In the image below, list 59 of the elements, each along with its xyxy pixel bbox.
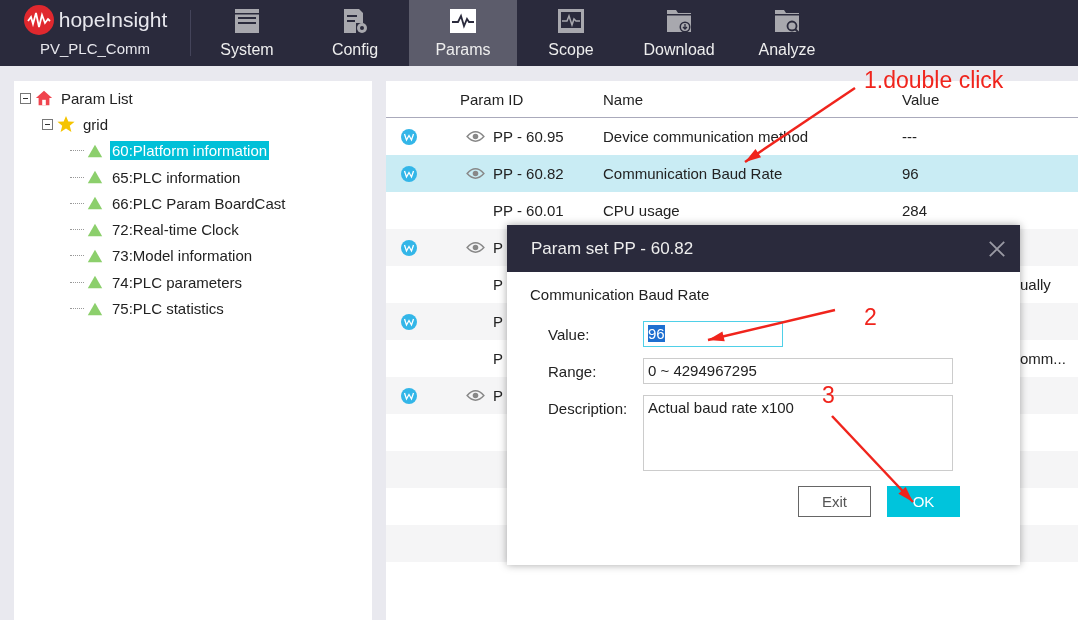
column-header: Name [603,90,644,108]
field-label: Range: [547,362,598,382]
project-name: PV_PLC_Comm [39,39,150,57]
tree-item[interactable]: 65:PLC information [110,167,243,187]
table-cell: P [493,239,503,256]
folder-download-icon [665,7,693,35]
tree-item[interactable]: 75:PLC statistics [110,299,226,318]
collapse-toggle[interactable] [20,92,31,104]
annotation-text: 1.double click [864,69,1004,92]
table-cell: PP - 60.95 [493,128,564,145]
table-cell: PP - 60.82 [493,165,564,182]
tree-item[interactable]: 66:PLC Param BoardCast [110,193,288,213]
table-row[interactable]: PP - 60.01 CPU usage 284 [386,192,1078,229]
eye-icon[interactable] [466,241,485,254]
collapse-toggle[interactable] [42,118,53,130]
nav-tab[interactable]: Download [625,0,733,66]
nav-tab[interactable]: Params [409,0,517,66]
tree-item[interactable]: 72:Real-time Clock [110,220,241,240]
tree-item[interactable]: 73:Model information [110,246,255,266]
table-cell: PP - 60.01 [493,202,564,219]
folder-search-icon [773,7,801,35]
tree-group-label[interactable]: grid [81,114,110,134]
app-name: hopeInsight [58,7,168,32]
document-gear-icon [341,7,369,35]
column-header: Param ID [460,90,525,108]
input-field[interactable]: 0 ~ 4294967295 [643,358,953,384]
exit-button[interactable]: Exit [798,486,871,517]
scope-icon [557,7,585,35]
tree-item[interactable]: 74:PLC parameters [110,272,245,292]
home-icon [35,89,53,108]
parameter-name: Communication Baud Rate [530,286,711,303]
annotation-text: 2 [864,306,877,329]
table-row[interactable]: PP - 60.82 Communication Baud Rate 96 [386,155,1078,192]
table-cell: P [493,387,503,404]
table-cell: P [493,350,503,367]
field-label: Value: [547,325,591,345]
column-header: Value [902,90,940,108]
nav-tab[interactable]: Config [301,0,409,66]
nav-tab[interactable]: Scope [517,0,625,66]
nav-tab[interactable]: Analyze [733,0,841,66]
pulse-icon [449,7,477,35]
table-cell: omm... [1020,350,1066,367]
table-cell: 96 [902,165,919,182]
table-cell: Communication Baud Rate [603,165,783,182]
close-icon[interactable] [988,239,1006,258]
field-label: Description: [547,399,629,419]
dialog-title: Param set PP - 60.82 [531,238,694,259]
eye-icon[interactable] [466,389,485,402]
eye-icon[interactable] [466,130,485,143]
window-icon [233,7,261,35]
table-cell: CPU usage [603,202,680,219]
table-cell: P [493,313,503,330]
tree-root-label[interactable]: Param List [59,88,135,108]
eye-icon[interactable] [466,167,485,180]
nav-tab[interactable]: System [193,0,301,66]
star-icon [57,115,75,134]
logo-icon [22,3,55,36]
table-cell: 284 [902,202,928,219]
table-cell: --- [902,128,917,145]
